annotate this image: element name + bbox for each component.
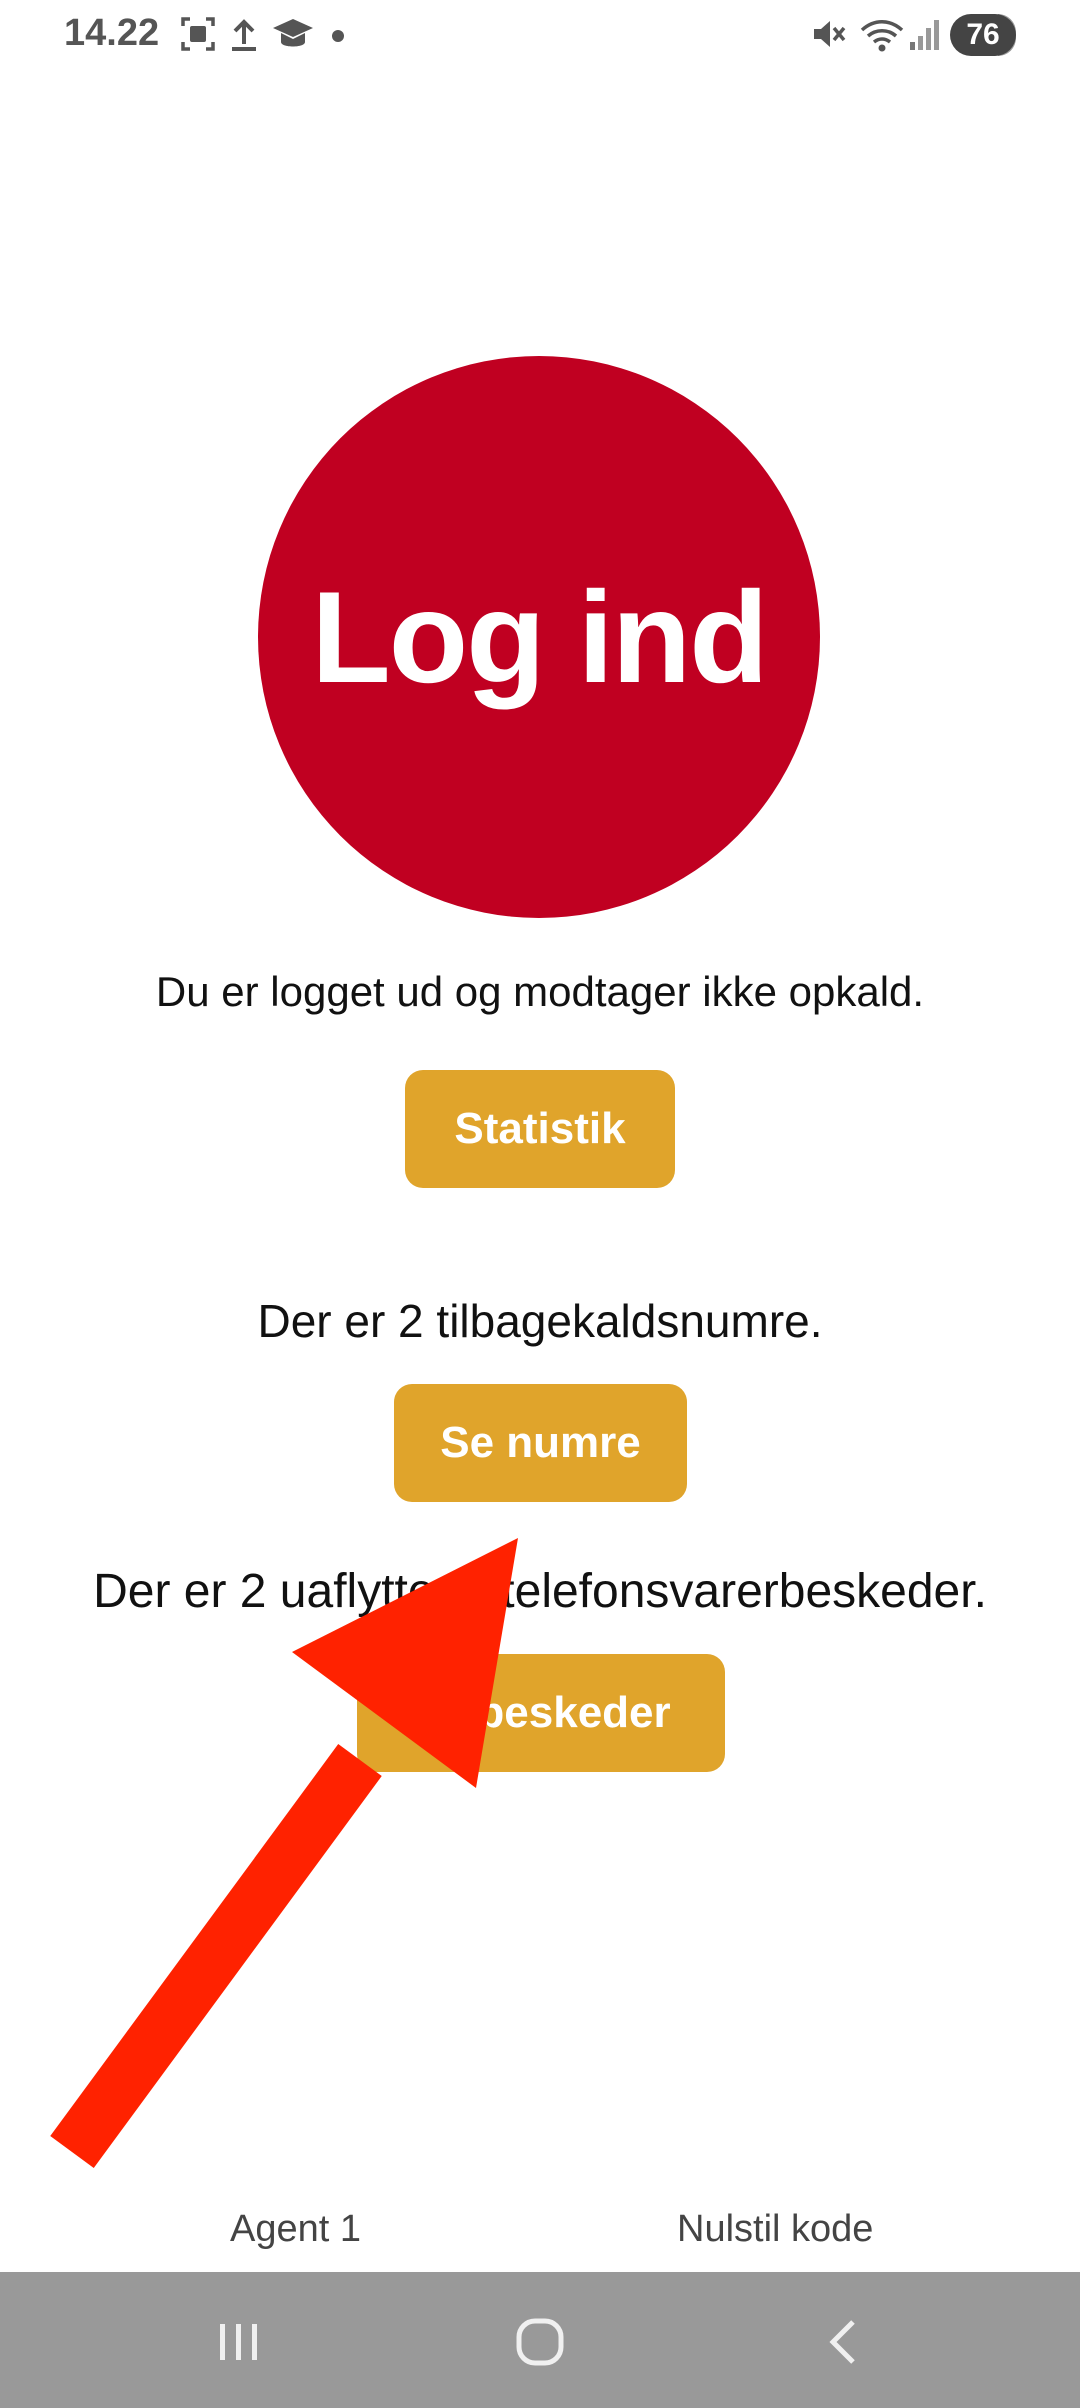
login-button[interactable]: Log ind [258, 356, 820, 918]
callbacks-message: Der er 2 tilbagekaldsnumre. [257, 1295, 823, 1347]
notification-dot-icon [328, 14, 348, 54]
statistics-button[interactable]: Statistik [405, 1070, 675, 1188]
graduation-cap-icon [270, 14, 316, 54]
reset-code-link[interactable]: Nulstil kode [677, 2208, 873, 2251]
navigation-bar [0, 2272, 1080, 2408]
status-time: 14.22 [64, 12, 160, 54]
back-icon [829, 2320, 855, 2364]
home-icon [516, 2318, 564, 2366]
upload-icon [224, 14, 264, 54]
screen: 14.22 76 Log ind Du er logget ud og modt… [0, 0, 1080, 2408]
recents-button[interactable] [198, 2302, 278, 2382]
agent-label[interactable]: Agent 1 [230, 2208, 361, 2251]
signal-icon [906, 14, 946, 54]
recents-icon [220, 2324, 257, 2360]
screenshot-icon [178, 14, 218, 54]
mute-icon [808, 14, 848, 54]
back-button[interactable] [805, 2302, 885, 2382]
logged-out-message: Du er logget ud og modtager ikke opkald. [155, 968, 925, 1015]
status-bar: 14.22 76 [0, 0, 1080, 72]
home-button[interactable] [500, 2302, 580, 2382]
wifi-icon [858, 14, 906, 54]
show-numbers-button[interactable]: Se numre [394, 1384, 687, 1502]
battery-level: 76 [950, 14, 1016, 56]
voicemail-message: Der er 2 uaflyttede telefonsvarerbeskede… [93, 1565, 987, 1618]
show-messages-button[interactable]: Se beskeder [357, 1654, 725, 1772]
